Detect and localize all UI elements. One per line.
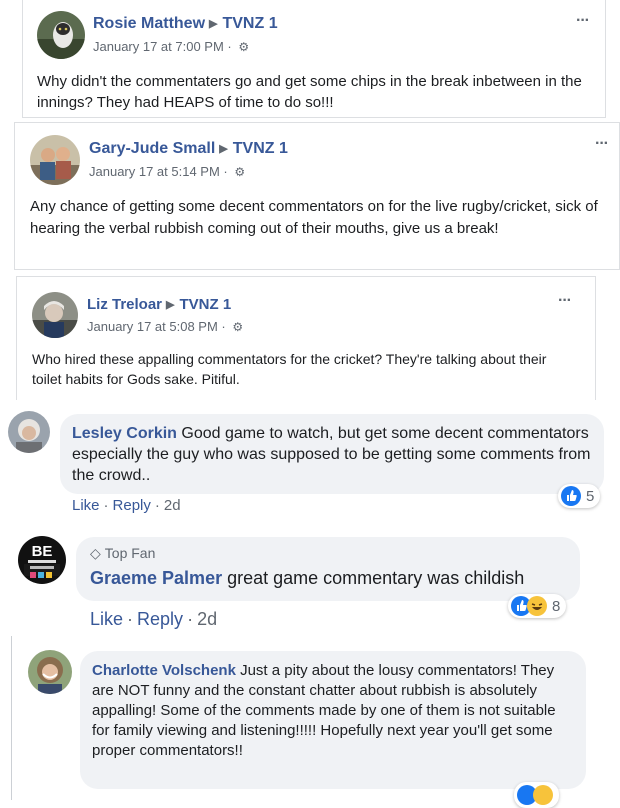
comment-author[interactable]: Graeme Palmer xyxy=(90,568,222,588)
timestamp-link[interactable]: January 17 at 5:08 PM · xyxy=(87,319,229,334)
haha-reaction-icon xyxy=(527,596,547,616)
reply-thread-line xyxy=(11,636,12,800)
post-timestamp[interactable]: January 17 at 7:00 PM · ⚙ xyxy=(93,39,249,54)
reply-link[interactable]: Reply xyxy=(113,497,151,514)
post-text: Who hired these appalling commentators f… xyxy=(32,351,547,387)
diamond-icon: ◇ xyxy=(90,545,101,561)
page-link[interactable]: TVNZ 1 xyxy=(233,140,288,157)
avatar[interactable] xyxy=(32,292,78,338)
more-options-icon[interactable]: ··· xyxy=(595,135,609,153)
comment-age[interactable]: 2d xyxy=(197,609,217,629)
haha-reaction-icon xyxy=(533,785,553,805)
author-link[interactable]: Rosie Matthew xyxy=(93,15,205,32)
reaction-count: 5 xyxy=(586,487,595,505)
avatar[interactable] xyxy=(30,135,80,185)
page-link[interactable]: TVNZ 1 xyxy=(222,15,277,32)
like-link[interactable]: Like xyxy=(72,497,100,514)
comment-text-block: Charlotte Volschenk Just a pity about th… xyxy=(92,661,574,761)
privacy-icon: ⚙ xyxy=(232,320,244,334)
comment-author[interactable]: Charlotte Volschenk xyxy=(92,662,236,679)
comment-age[interactable]: 2d xyxy=(164,497,181,514)
post-timestamp[interactable]: January 17 at 5:08 PM · ⚙ xyxy=(87,319,243,334)
top-fan-badge: ◇ Top Fan xyxy=(90,545,566,561)
author-link[interactable]: Gary-Jude Small xyxy=(89,140,215,157)
avatar[interactable] xyxy=(28,650,72,694)
comment-text: great game commentary was childish xyxy=(227,568,525,588)
post-text: Why didn't the commentaters go and get s… xyxy=(37,73,582,111)
post-author-name[interactable]: Rosie Matthew ▶ TVNZ 1 xyxy=(93,15,278,33)
avatar[interactable] xyxy=(37,11,85,59)
privacy-icon: ⚙ xyxy=(234,165,246,179)
comment-bubble: Charlotte Volschenk Just a pity about th… xyxy=(80,651,586,789)
reply-link[interactable]: Reply xyxy=(137,609,183,629)
more-options-icon[interactable]: ··· xyxy=(576,12,590,30)
comment-bubble: Lesley Corkin Good game to watch, but ge… xyxy=(60,414,604,494)
privacy-icon: ⚙ xyxy=(238,40,250,54)
reaction-summary[interactable]: 5 xyxy=(558,484,601,508)
like-reaction-icon xyxy=(561,486,581,506)
arrow-right-icon: ▶ xyxy=(209,18,218,30)
post-card: Gary-Jude Small ▶ TVNZ 1 January 17 at 5:1… xyxy=(14,122,620,270)
arrow-right-icon: ▶ xyxy=(166,299,175,311)
post-text: Any chance of getting some decent commen… xyxy=(30,198,598,237)
timestamp-link[interactable]: January 17 at 5:14 PM · xyxy=(89,164,231,179)
comment-bubble: ◇ Top Fan Graeme Palmer great game commen… xyxy=(76,537,580,601)
separator-dot: · xyxy=(103,497,109,514)
timestamp-link[interactable]: January 17 at 7:00 PM · xyxy=(93,39,235,54)
page-link[interactable]: TVNZ 1 xyxy=(180,296,232,313)
comment-actions: Like · Reply · 2d xyxy=(90,609,217,630)
avatar[interactable] xyxy=(8,411,50,453)
comment-text-block: Lesley Corkin Good game to watch, but ge… xyxy=(72,423,592,486)
reaction-summary[interactable]: 8 xyxy=(508,594,567,618)
comment-text-block: Graeme Palmer great game commentary was … xyxy=(90,566,566,590)
avatar-logo-text: BE xyxy=(32,543,53,560)
more-options-icon[interactable]: ··· xyxy=(558,292,572,310)
like-link[interactable]: Like xyxy=(90,609,123,629)
post-author-name[interactable]: Gary-Jude Small ▶ TVNZ 1 xyxy=(89,140,288,158)
separator-dot: · xyxy=(154,497,160,514)
post-timestamp[interactable]: January 17 at 5:14 PM · ⚙ xyxy=(89,164,245,179)
post-author-name[interactable]: Liz Treloar ▶ TVNZ 1 xyxy=(87,296,231,313)
separator-dot: · xyxy=(127,609,134,629)
reaction-summary[interactable] xyxy=(514,782,559,808)
arrow-right-icon: ▶ xyxy=(219,143,228,155)
comment-author[interactable]: Lesley Corkin xyxy=(72,425,177,442)
comment-actions: Like · Reply · 2d xyxy=(72,497,181,514)
post-card: Liz Treloar ▶ TVNZ 1 January 17 at 5:08 PM… xyxy=(16,276,596,400)
reaction-count: 8 xyxy=(552,597,561,615)
author-link[interactable]: Liz Treloar xyxy=(87,296,162,313)
separator-dot: · xyxy=(187,609,194,629)
badge-label: Top Fan xyxy=(104,545,156,561)
avatar[interactable]: BE xyxy=(18,536,66,584)
post-card: Rosie Matthew ▶ TVNZ 1 January 17 at 7:00 … xyxy=(22,0,606,118)
